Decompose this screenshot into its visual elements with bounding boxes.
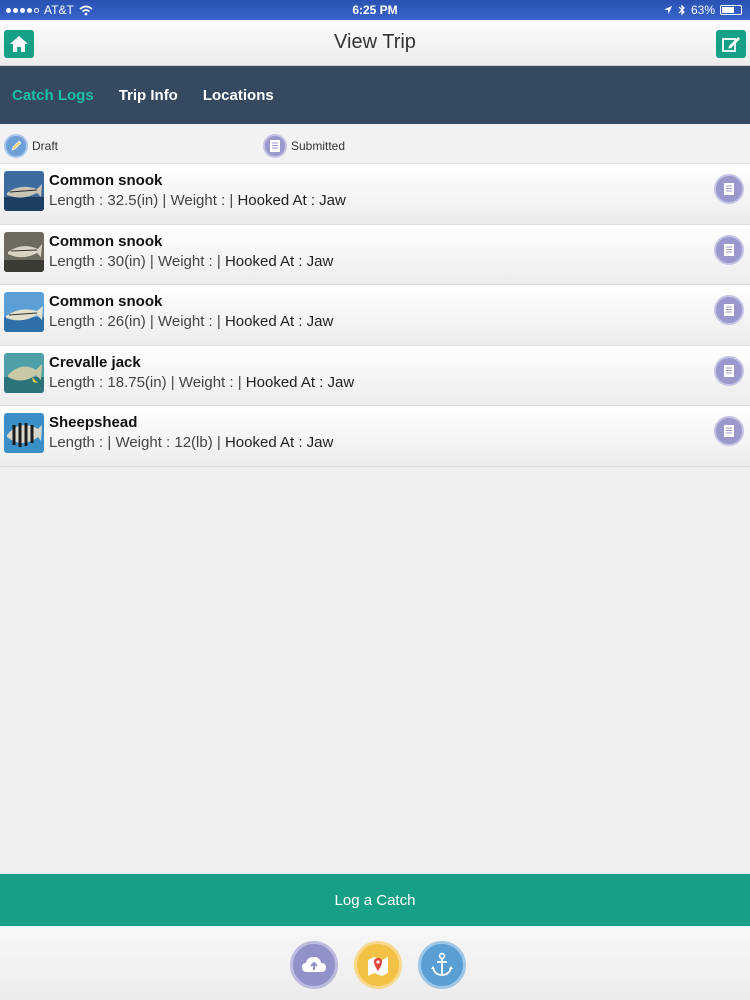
page-title: View Trip: [334, 31, 416, 53]
map-button[interactable]: [354, 941, 402, 989]
catch-row[interactable]: Common snook Length : 30(in) | Weight : …: [0, 224, 750, 285]
catch-row[interactable]: Crevalle jack Length : 18.75(in) | Weigh…: [0, 345, 750, 406]
catch-details: Length : 18.75(in) | Weight : | Hooked A…: [49, 373, 355, 391]
map-pin-icon: [368, 957, 388, 976]
anchor-button[interactable]: [418, 941, 466, 989]
upload-button[interactable]: [290, 941, 338, 989]
tab-trip-info[interactable]: Trip Info: [119, 87, 178, 104]
fish-thumbnail: [4, 352, 44, 393]
legend-submitted: Submitted: [263, 134, 345, 158]
submitted-status-icon: [714, 174, 744, 204]
fish-thumbnail: [4, 292, 44, 332]
log-catch-button[interactable]: Log a Catch: [0, 874, 750, 926]
catch-details: Length : 26(in) | Weight : | Hooked At :…: [49, 313, 334, 330]
anchor-icon: [431, 952, 453, 976]
bottom-toolbar: [0, 926, 750, 1000]
catch-details: Length : 32.5(in) | Weight : | Hooked At…: [49, 192, 346, 209]
edit-trip-button[interactable]: [716, 30, 746, 58]
tab-catch-logs[interactable]: Catch Logs: [12, 87, 94, 104]
tab-locations[interactable]: Locations: [203, 87, 274, 104]
catch-details: Length : 30(in) | Weight : | Hooked At :…: [49, 252, 334, 270]
submitted-status-icon: [714, 355, 744, 386]
fish-name: Common snook: [49, 232, 163, 250]
legend-submitted-label: Submitted: [291, 139, 346, 153]
fish-thumbnail: [4, 231, 44, 272]
status-legend: Draft Submitted: [0, 124, 750, 164]
edit-icon: [722, 37, 740, 52]
bluetooth-icon: [678, 4, 685, 16]
tab-bar: Catch Logs Trip Info Locations: [0, 66, 750, 124]
fish-thumbnail: [4, 413, 44, 453]
catch-row[interactable]: Sheepshead Length : | Weight : 12(lb) | …: [0, 406, 750, 467]
navigation-bar: View Trip: [0, 20, 750, 66]
fish-name: Common snook: [49, 293, 163, 310]
status-icons: 63%: [663, 3, 742, 17]
status-bar: AT&T 6:25 PM 63%: [0, 0, 750, 20]
legend-draft-label: Draft: [32, 139, 59, 153]
catch-log-list: Common snook Length : 32.5(in) | Weight …: [0, 164, 750, 467]
catch-row[interactable]: Common snook Length : 32.5(in) | Weight …: [0, 164, 750, 225]
cloud-upload-icon: [302, 957, 326, 972]
document-icon: [263, 134, 287, 158]
legend-draft: Draft: [4, 134, 58, 158]
fish-name: Crevalle jack: [49, 353, 141, 371]
battery-icon: [720, 5, 742, 15]
catch-details: Length : | Weight : 12(lb) | Hooked At :…: [49, 434, 334, 451]
clock: 6:25 PM: [352, 3, 398, 17]
pencil-icon: [4, 134, 28, 158]
location-arrow-icon: [663, 6, 672, 14]
submitted-status-icon: [714, 295, 744, 325]
submitted-status-icon: [714, 234, 744, 265]
submitted-status-icon: [714, 416, 744, 446]
fish-thumbnail: [4, 171, 44, 211]
fish-name: Common snook: [49, 172, 163, 189]
battery-percent: 63%: [690, 3, 715, 17]
catch-row[interactable]: Common snook Length : 26(in) | Weight : …: [0, 285, 750, 346]
fish-name: Sheepshead: [49, 414, 138, 431]
